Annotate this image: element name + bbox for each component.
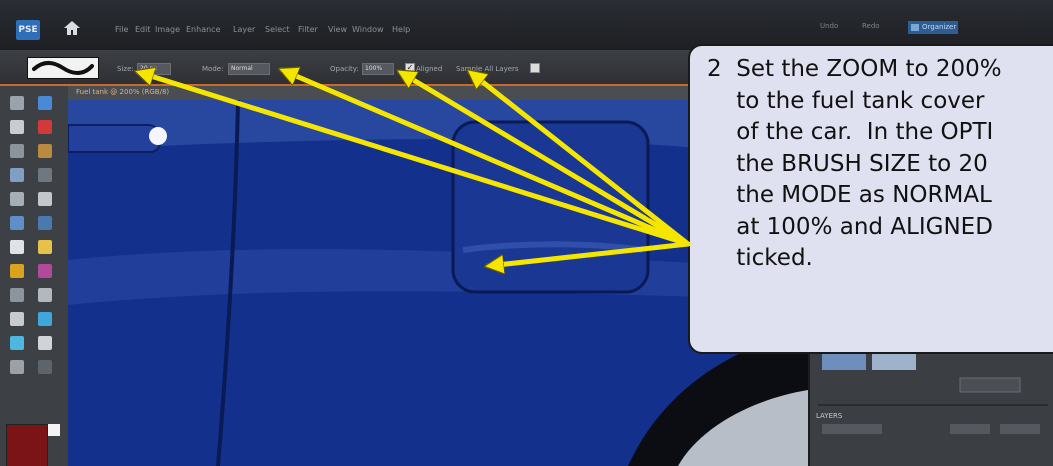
arrow-to-mode bbox=[282, 70, 691, 247]
arrow-to-aligned bbox=[470, 72, 691, 247]
arrow-to-size bbox=[138, 72, 691, 247]
arrow-to-opacity bbox=[400, 72, 691, 247]
pointer-arrows bbox=[0, 0, 691, 466]
editor-window: PSE File Edit Image Enhance Layer Select… bbox=[0, 0, 1053, 466]
arrow-to-fuel-cover bbox=[488, 241, 691, 266]
